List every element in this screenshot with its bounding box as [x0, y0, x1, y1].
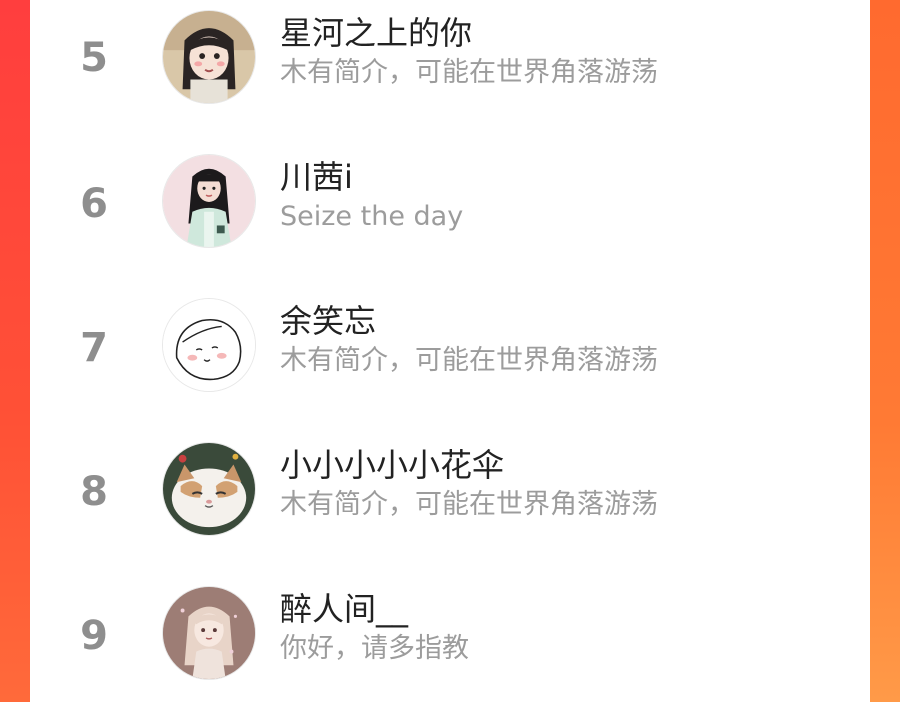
user-bio: Seize the day	[280, 201, 464, 232]
user-name[interactable]: 小小小小小花伞	[280, 446, 504, 484]
user-name[interactable]: 星河之上的你	[280, 14, 472, 52]
user-bio: 木有简介，可能在世界角落游荡	[280, 489, 658, 520]
user-name[interactable]: 醉人间__	[280, 590, 408, 628]
user-name[interactable]: 川茜i	[280, 158, 353, 196]
rank-number: 5	[80, 35, 108, 81]
rank-number: 9	[80, 613, 108, 659]
leaderboard-row[interactable]: 6 川茜i Seize the day	[30, 144, 870, 264]
leaderboard-row[interactable]: 5 星河之上的你 木有简介，可能在世界角落游荡	[30, 0, 870, 120]
girl-photo-avatar-icon[interactable]	[162, 154, 256, 248]
leaderboard-card: 5 星河之上的你 木有简介，可能在世界角落游荡 6 川茜i Seize the …	[30, 0, 870, 702]
rank-number: 8	[80, 469, 108, 515]
leaderboard-row[interactable]: 8 小小小小小花伞 木有简介，可能在世界角落游荡	[30, 432, 870, 552]
girl-cartoon-avatar-icon[interactable]	[162, 10, 256, 104]
cat-photo-avatar-icon[interactable]	[162, 442, 256, 536]
background-left-strip	[0, 0, 30, 702]
leaderboard-row[interactable]: 9 醉人间__ 你好，请多指教	[30, 576, 870, 696]
user-bio: 木有简介，可能在世界角落游荡	[280, 57, 658, 88]
user-name[interactable]: 余笑忘	[280, 302, 376, 340]
anime-girl-avatar-icon[interactable]	[162, 586, 256, 680]
line-drawing-face-avatar-icon[interactable]	[162, 298, 256, 392]
leaderboard-row[interactable]: 7 余笑忘 木有简介，可能在世界角落游荡	[30, 288, 870, 408]
user-bio: 你好，请多指教	[280, 633, 469, 664]
user-bio: 木有简介，可能在世界角落游荡	[280, 345, 658, 376]
background-right-strip	[870, 0, 900, 702]
rank-number: 6	[80, 181, 108, 227]
rank-number: 7	[80, 325, 108, 371]
